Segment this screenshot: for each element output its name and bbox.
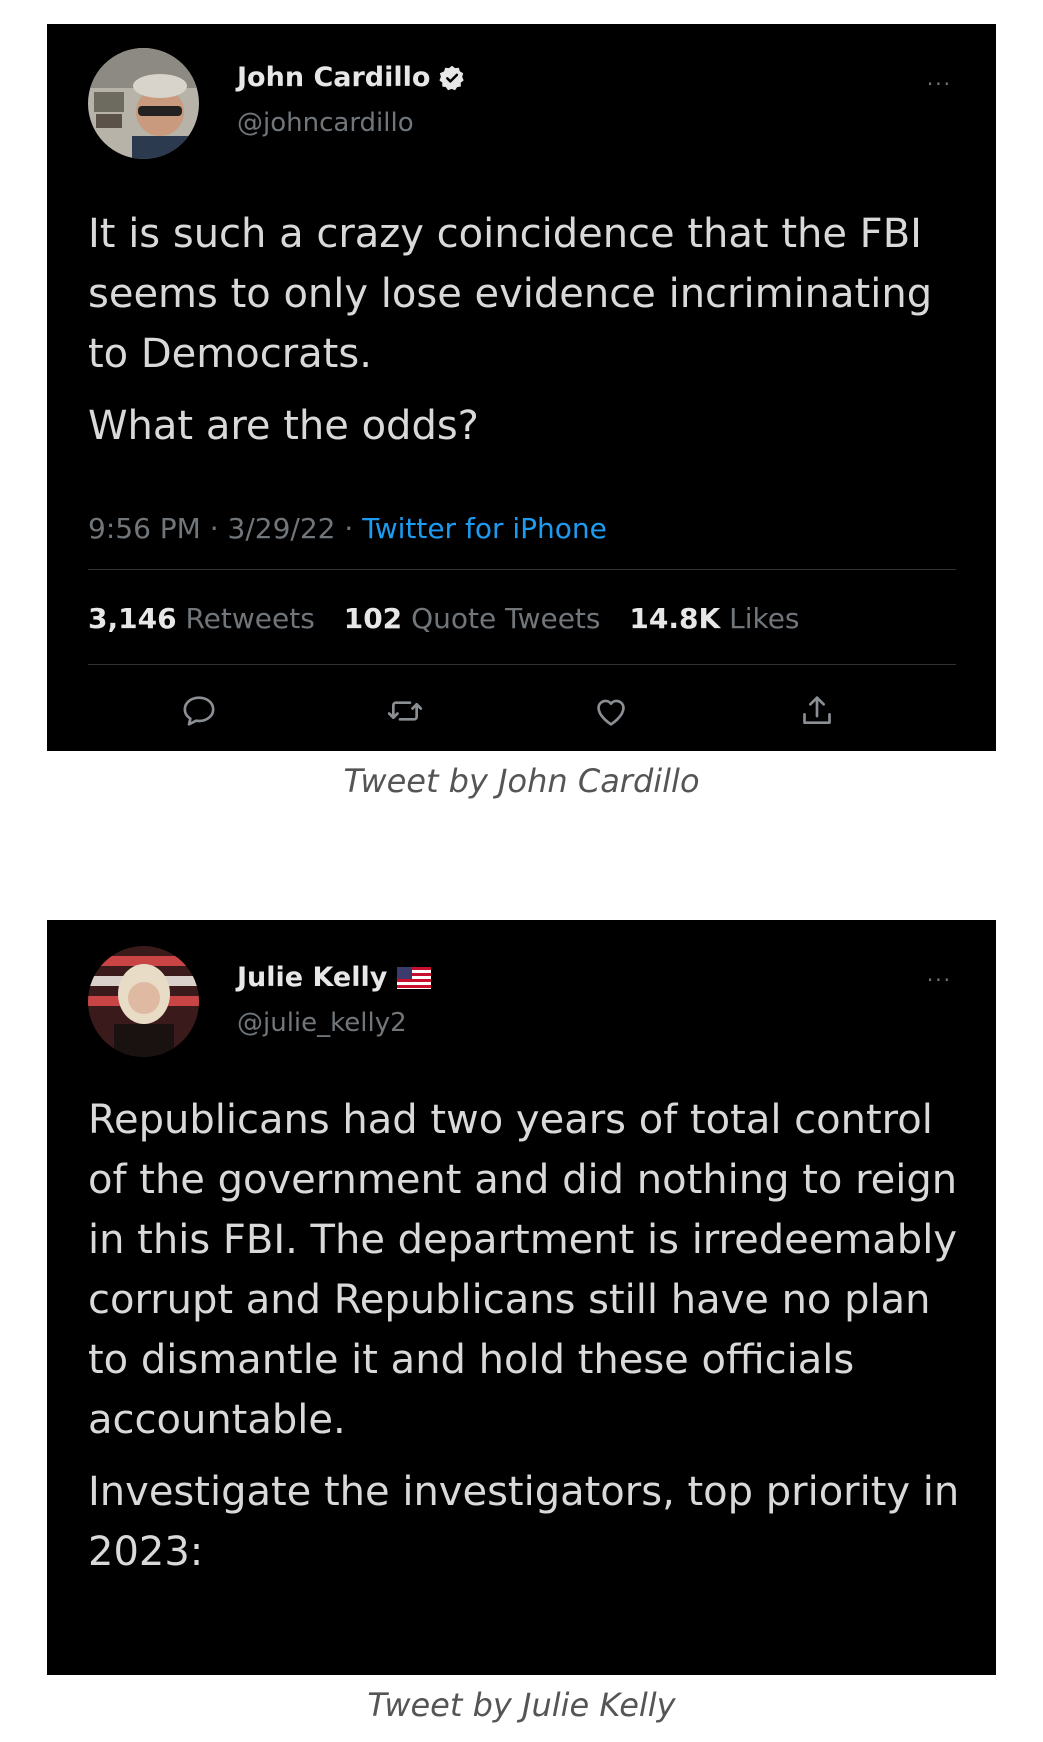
quotes-stat[interactable]: 102 Quote Tweets: [344, 602, 601, 635]
tweet-time[interactable]: 9:56 PM: [88, 512, 201, 545]
tweet-text: Republicans had two years of total contr…: [88, 1090, 968, 1582]
tweet-date[interactable]: 3/29/22: [228, 512, 336, 545]
author-name[interactable]: Julie Kelly: [237, 962, 387, 993]
tweet-card-julie-kelly[interactable]: Julie Kelly @julie_kelly2 ··· Republican…: [47, 920, 996, 1675]
avatar[interactable]: [88, 946, 199, 1057]
more-options-icon[interactable]: ···: [927, 74, 952, 94]
verified-badge-icon: [438, 64, 466, 92]
tweet-source-link[interactable]: Twitter for iPhone: [362, 512, 607, 545]
divider: [88, 569, 956, 570]
author-name[interactable]: John Cardillo: [237, 62, 430, 93]
retweets-stat[interactable]: 3,146 Retweets: [88, 602, 315, 635]
quotes-label: Quote Tweets: [411, 602, 601, 635]
retweets-count: 3,146: [88, 602, 177, 635]
likes-label: Likes: [729, 602, 800, 635]
likes-count: 14.8K: [629, 602, 721, 635]
tweet-paragraph: Investigate the investigators, top prior…: [88, 1469, 960, 1575]
tweet-stats: 3,146 Retweets 102 Quote Tweets 14.8K Li…: [88, 602, 820, 635]
tweet-card-john-cardillo[interactable]: John Cardillo @johncardillo ··· It is su…: [47, 24, 996, 751]
reply-icon[interactable]: [175, 687, 223, 735]
tweet-text: It is such a crazy coincidence that the …: [88, 204, 968, 456]
author-name-row[interactable]: John Cardillo: [237, 62, 466, 93]
divider: [88, 664, 956, 665]
tweet-paragraph: Republicans had two years of total contr…: [88, 1097, 958, 1443]
more-options-icon[interactable]: ···: [927, 970, 952, 990]
tweet-paragraph: What are the odds?: [88, 403, 479, 449]
us-flag-icon: [397, 966, 432, 989]
likes-stat[interactable]: 14.8K Likes: [629, 602, 799, 635]
like-icon[interactable]: [587, 687, 635, 735]
share-icon[interactable]: [793, 687, 841, 735]
image-caption: Tweet by John Cardillo: [343, 762, 700, 800]
image-caption: Tweet by Julie Kelly: [367, 1686, 676, 1724]
meta-separator: ·: [344, 512, 354, 545]
author-handle[interactable]: @johncardillo: [237, 108, 414, 138]
meta-separator: ·: [209, 512, 219, 545]
retweets-label: Retweets: [185, 602, 315, 635]
tweet-meta: 9:56 PM · 3/29/22 · Twitter for iPhone: [88, 512, 607, 545]
quotes-count: 102: [343, 602, 403, 635]
author-name-row[interactable]: Julie Kelly: [237, 962, 432, 993]
avatar[interactable]: [88, 48, 199, 159]
retweet-icon[interactable]: [381, 687, 429, 735]
author-handle[interactable]: @julie_kelly2: [237, 1008, 407, 1038]
tweet-paragraph: It is such a crazy coincidence that the …: [88, 211, 933, 377]
